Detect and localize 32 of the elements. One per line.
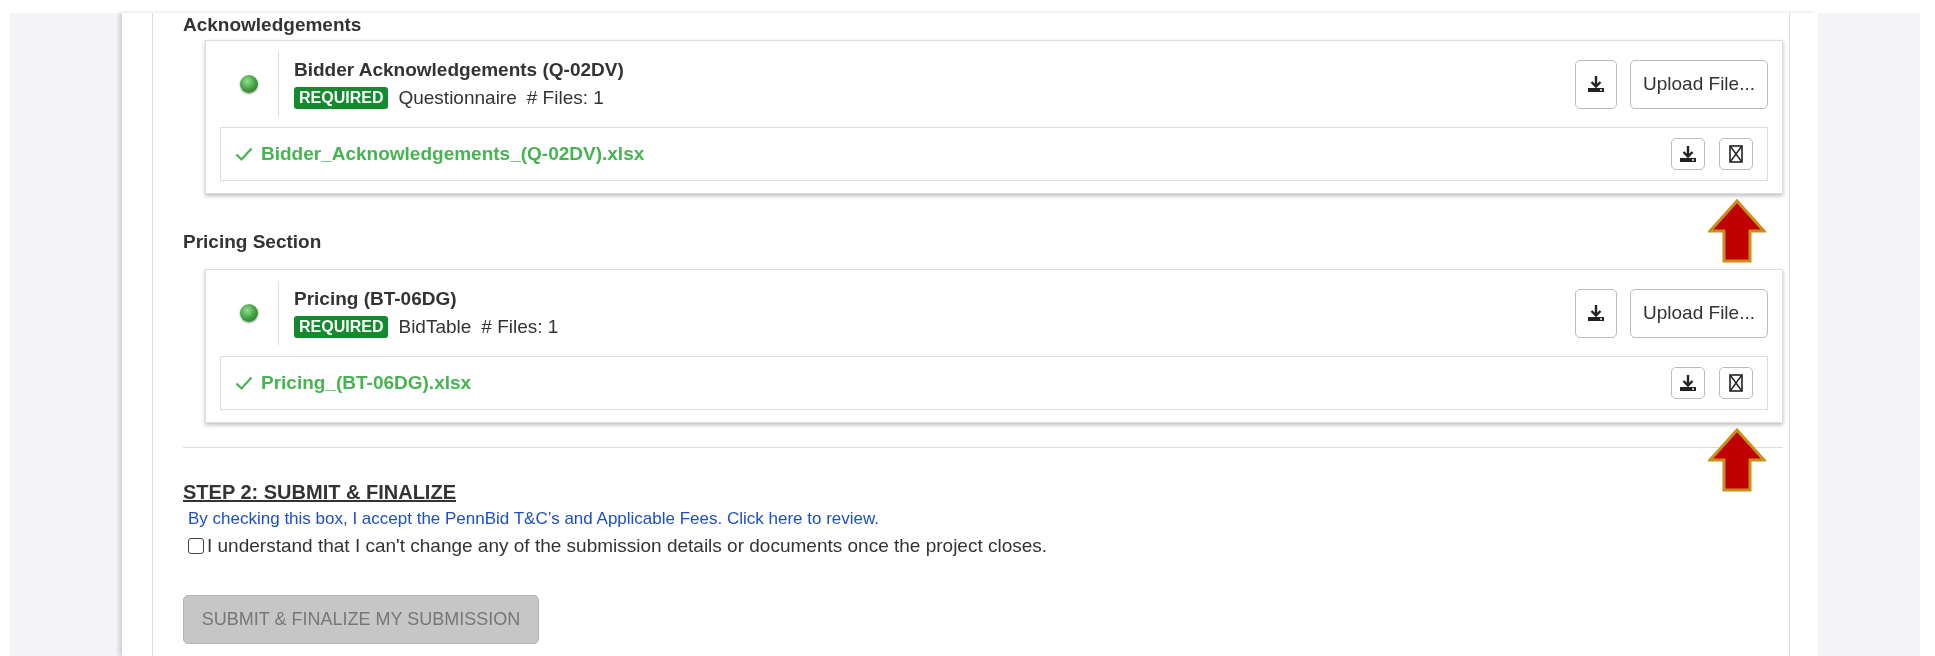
download-button[interactable] [1671,138,1705,170]
delete-button[interactable] [1719,367,1753,399]
delete-button[interactable] [1719,138,1753,170]
document-title: Pricing (BT-06DG) [294,288,458,310]
download-icon [1678,144,1698,164]
section-heading: Acknowledgements [183,13,363,37]
file-name: Bidder_Acknowledgements_(Q-02DV).xlsx [261,143,646,165]
files-count: # Files: 1 [526,87,604,109]
download-icon [1586,74,1607,94]
hourglass-icon [1729,145,1743,163]
files-count: # Files: 1 [481,316,559,338]
terms-link[interactable]: By checking this box, I accept the PennBid T&C’s and Applicable Fees. Click here to review. [188,509,880,529]
required-badge: REQUIRED [294,316,389,338]
upload-button[interactable]: Upload File... [1630,288,1768,338]
download-button[interactable] [1671,367,1705,399]
upload-button[interactable]: Upload File... [1630,59,1768,109]
step-heading: STEP 2: SUBMIT & FINALIZE [183,480,456,504]
required-badge: REQUIRED [294,87,389,109]
download-icon [1586,303,1607,323]
checkbox-label: I understand that I can't change any of the submission details or documents once the project closes. [207,535,1048,557]
status-dot [240,75,258,93]
file-name: Pricing_(BT-06DG).xlsx [261,372,473,394]
document-title: Bidder Acknowledgements (Q-02DV) [294,59,625,81]
download-button[interactable] [1575,288,1618,338]
hourglass-icon [1729,374,1743,392]
checkbox[interactable] [188,538,204,554]
section-heading: Pricing Section [183,230,323,254]
download-icon [1678,373,1698,393]
document-type: Questionnaire [398,87,517,109]
status-dot [240,304,258,322]
document-type: BidTable [398,316,472,338]
download-button[interactable] [1575,59,1618,109]
